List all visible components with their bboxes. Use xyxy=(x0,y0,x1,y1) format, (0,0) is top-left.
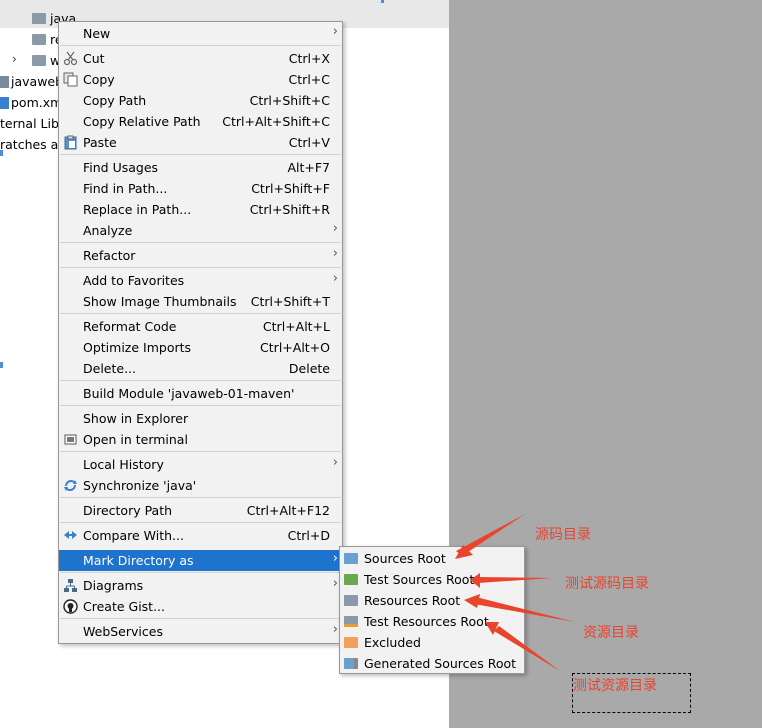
maven-file-icon xyxy=(0,97,9,109)
menu-separator xyxy=(60,451,341,452)
menu-item-compare-with[interactable]: Compare With... Ctrl+D xyxy=(59,525,342,546)
mark-directory-submenu: Sources Root Test Sources Root Resources… xyxy=(339,546,525,674)
menu-item-cut[interactable]: Cut Ctrl+X xyxy=(59,48,342,69)
menu-item-show-in-explorer[interactable]: Show in Explorer xyxy=(59,408,342,429)
annotation-sources: 源码目录 xyxy=(535,527,591,543)
github-icon xyxy=(63,599,78,614)
submenu-item-excluded[interactable]: Excluded xyxy=(340,632,524,653)
annotation-resources: 资源目录 xyxy=(583,625,639,641)
menu-item-copy-relative-path[interactable]: Copy Relative Path Ctrl+Alt+Shift+C xyxy=(59,111,342,132)
generated-sources-root-folder-icon xyxy=(344,658,358,669)
chevron-right-icon: › xyxy=(332,622,338,637)
menu-item-refactor[interactable]: Refactor › xyxy=(59,245,342,266)
compare-icon xyxy=(64,531,77,539)
menu-item-copy-path[interactable]: Copy Path Ctrl+Shift+C xyxy=(59,90,342,111)
menu-separator xyxy=(60,618,341,619)
submenu-item-resources-root[interactable]: Resources Root xyxy=(340,590,524,611)
resources-root-folder-icon xyxy=(344,595,358,606)
menu-item-webservices[interactable]: WebServices › xyxy=(59,621,342,642)
submenu-item-test-sources-root[interactable]: Test Sources Root xyxy=(340,569,524,590)
context-menu: New › Cut Ctrl+X Copy Ctrl+C Copy Path Ctrl+… xyxy=(58,21,343,644)
menu-item-copy[interactable]: Copy Ctrl+C xyxy=(59,69,342,90)
paste-icon xyxy=(64,135,77,150)
test-sources-root-folder-icon xyxy=(344,574,358,585)
submenu-item-test-resources-root[interactable]: Test Resources Root xyxy=(340,611,524,632)
menu-item-create-gist[interactable]: Create Gist... xyxy=(59,596,342,617)
menu-separator xyxy=(60,572,341,573)
test-resources-root-folder-icon xyxy=(344,616,358,627)
menu-item-delete[interactable]: Delete... Delete xyxy=(59,358,342,379)
menu-separator xyxy=(60,380,341,381)
menu-item-find-usages[interactable]: Find Usages Alt+F7 xyxy=(59,157,342,178)
menu-item-optimize-imports[interactable]: Optimize Imports Ctrl+Alt+O xyxy=(59,337,342,358)
menu-separator xyxy=(60,405,341,406)
chevron-right-icon: › xyxy=(332,576,338,591)
menu-item-diagrams[interactable]: Diagrams › xyxy=(59,575,342,596)
chevron-right-icon: › xyxy=(332,455,338,470)
tree-marker xyxy=(381,0,384,3)
chevron-right-icon: › xyxy=(332,24,338,39)
chevron-right-icon: › xyxy=(332,221,338,236)
menu-item-analyze[interactable]: Analyze › xyxy=(59,220,342,241)
menu-item-paste[interactable]: Paste Ctrl+V xyxy=(59,132,342,153)
terminal-icon xyxy=(64,434,77,445)
submenu-item-generated-sources-root[interactable]: Generated Sources Root xyxy=(340,653,524,674)
diagram-icon xyxy=(64,579,77,592)
gutter-marker xyxy=(0,150,3,156)
tree-item-scratches[interactable]: ratches ar xyxy=(0,137,63,152)
menu-item-reformat-code[interactable]: Reformat Code Ctrl+Alt+L xyxy=(59,316,342,337)
chevron-right-icon[interactable]: › xyxy=(12,52,17,66)
scissors-icon xyxy=(63,51,78,66)
menu-item-find-in-path[interactable]: Find in Path... Ctrl+Shift+F xyxy=(59,178,342,199)
menu-item-add-to-favorites[interactable]: Add to Favorites › xyxy=(59,270,342,291)
tree-item-iml[interactable]: javaweb xyxy=(0,74,63,89)
menu-separator xyxy=(60,267,341,268)
file-icon xyxy=(0,76,9,88)
tree-item-pom[interactable]: pom.xm xyxy=(0,95,62,110)
tree-item-webapp[interactable]: w xyxy=(32,53,60,68)
chevron-right-icon: › xyxy=(332,246,338,261)
menu-item-new[interactable]: New › xyxy=(59,23,342,44)
submenu-item-sources-root[interactable]: Sources Root xyxy=(340,548,524,569)
menu-item-local-history[interactable]: Local History › xyxy=(59,454,342,475)
menu-item-open-in-terminal[interactable]: Open in terminal xyxy=(59,429,342,450)
chevron-right-icon: › xyxy=(332,551,338,566)
menu-item-directory-path[interactable]: Directory Path Ctrl+Alt+F12 xyxy=(59,500,342,521)
folder-icon xyxy=(32,55,46,66)
sync-icon xyxy=(64,480,77,491)
menu-separator xyxy=(60,522,341,523)
gutter-marker xyxy=(0,362,3,368)
menu-item-synchronize[interactable]: Synchronize 'java' xyxy=(59,475,342,496)
chevron-right-icon: › xyxy=(332,271,338,286)
menu-item-replace-in-path[interactable]: Replace in Path... Ctrl+Shift+R xyxy=(59,199,342,220)
copy-icon xyxy=(63,72,78,87)
menu-item-mark-directory-as[interactable]: Mark Directory as › xyxy=(59,550,342,571)
menu-separator xyxy=(60,313,341,314)
menu-separator xyxy=(60,45,341,46)
folder-icon xyxy=(32,34,46,45)
menu-separator xyxy=(60,497,341,498)
sources-root-folder-icon xyxy=(344,553,358,564)
menu-separator xyxy=(60,154,341,155)
menu-item-show-image-thumbnails[interactable]: Show Image Thumbnails Ctrl+Shift+T xyxy=(59,291,342,312)
annotation-test-sources: 测试源码目录 xyxy=(565,576,649,592)
folder-icon xyxy=(32,13,46,24)
excluded-folder-icon xyxy=(344,637,358,648)
menu-item-build-module[interactable]: Build Module 'javaweb-01-maven' xyxy=(59,383,342,404)
menu-separator xyxy=(60,242,341,243)
tree-item-external-libraries[interactable]: ternal Lib xyxy=(0,116,59,131)
annotation-test-resources: 测试资源目录 xyxy=(573,678,657,694)
